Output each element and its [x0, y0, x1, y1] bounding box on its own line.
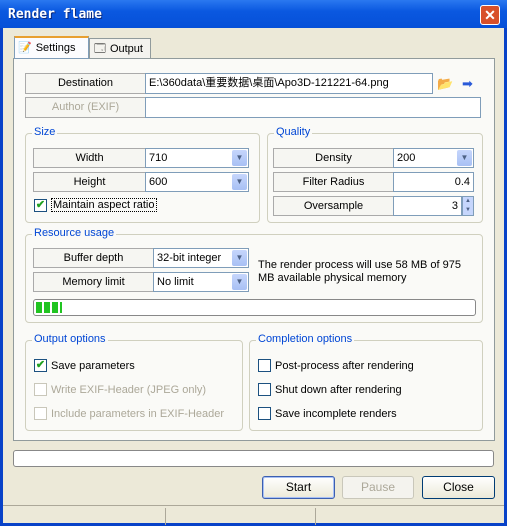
chevron-down-icon[interactable]: ▼: [232, 250, 247, 266]
checkbox-label: Shut down after rendering: [275, 383, 402, 396]
destination-label: Destination: [25, 73, 146, 94]
status-divider: [165, 508, 166, 525]
filter-radius-input[interactable]: 0.4: [393, 172, 474, 192]
status-bar: [3, 505, 504, 526]
height-value: 600: [149, 176, 168, 188]
oversample-spinner[interactable]: ▲ ▼: [462, 196, 474, 216]
width-value: 710: [149, 152, 168, 164]
memory-usage-fill: [36, 302, 63, 313]
density-value: 200: [397, 152, 416, 164]
checkbox-icon[interactable]: [34, 407, 47, 420]
density-select[interactable]: 200 ▼: [393, 148, 474, 168]
checkbox-icon[interactable]: [34, 383, 47, 396]
memory-limit-label: Memory limit: [33, 272, 154, 292]
checkbox-checked-icon[interactable]: ✔: [34, 198, 47, 212]
checkbox-checked-icon[interactable]: ✔: [34, 359, 47, 372]
destination-input[interactable]: E:\360data\重要数据\桌面\Apo3D-121221-64.png: [145, 73, 433, 94]
tab-label: Output: [109, 43, 143, 55]
buffer-depth-select[interactable]: 32-bit integer ▼: [153, 248, 249, 268]
filter-radius-label: Filter Radius: [273, 172, 394, 192]
arrow-right-icon[interactable]: ➡: [462, 76, 473, 92]
shut-down-checkbox[interactable]: Shut down after rendering: [258, 383, 402, 396]
maintain-aspect-label: Maintain aspect ratio: [51, 198, 157, 212]
width-label: Width: [33, 148, 146, 168]
start-button[interactable]: Start: [262, 476, 335, 499]
resource-title: Resource usage: [32, 227, 117, 239]
include-params-exif-checkbox[interactable]: Include parameters in EXIF-Header: [34, 407, 224, 420]
buffer-depth-value: 32-bit integer: [157, 252, 222, 264]
author-input[interactable]: [145, 97, 481, 118]
quality-title: Quality: [274, 126, 313, 138]
post-process-checkbox[interactable]: Post-process after rendering: [258, 359, 414, 372]
checkbox-label: Save parameters: [51, 359, 135, 372]
checkbox-label: Post-process after rendering: [275, 359, 414, 372]
close-window-icon[interactable]: ✕: [480, 5, 500, 25]
width-select[interactable]: 710 ▼: [145, 148, 249, 168]
render-progress-bar: [13, 450, 494, 467]
maintain-aspect-checkbox[interactable]: ✔ Maintain aspect ratio: [34, 198, 157, 212]
memory-limit-select[interactable]: No limit ▼: [153, 272, 249, 292]
buffer-depth-label: Buffer depth: [33, 248, 154, 268]
output-icon: 🗔: [94, 42, 106, 55]
size-title: Size: [32, 126, 58, 138]
title-bar: Render flame: [0, 0, 507, 28]
checkbox-icon[interactable]: [258, 407, 271, 420]
save-parameters-checkbox[interactable]: ✔ Save parameters: [34, 359, 135, 372]
density-label: Density: [273, 148, 394, 168]
chevron-down-icon[interactable]: ▼: [232, 174, 247, 190]
height-select[interactable]: 600 ▼: [145, 172, 249, 192]
author-label: Author (EXIF): [25, 97, 146, 118]
completion-options-title: Completion options: [256, 333, 355, 345]
memory-limit-value: No limit: [157, 276, 194, 288]
pause-button[interactable]: Pause: [342, 476, 414, 499]
checkbox-label: Write EXIF-Header (JPEG only): [51, 383, 207, 396]
memory-info-text: The render process will use 58 MB of 975…: [258, 259, 461, 284]
height-label: Height: [33, 172, 146, 192]
chevron-down-icon[interactable]: ▼: [232, 150, 247, 166]
tab-settings[interactable]: 📝 Settings: [14, 36, 89, 59]
folder-open-icon[interactable]: 📂: [437, 76, 453, 92]
checkbox-label: Save incomplete renders: [275, 407, 397, 420]
checkbox-icon[interactable]: [258, 383, 271, 396]
checkbox-icon[interactable]: [258, 359, 271, 372]
memory-usage-bar: [33, 299, 476, 316]
output-options-title: Output options: [32, 333, 108, 345]
save-incomplete-checkbox[interactable]: Save incomplete renders: [258, 407, 397, 420]
oversample-input[interactable]: 3: [393, 196, 462, 216]
checkbox-label: Include parameters in EXIF-Header: [51, 407, 225, 420]
settings-icon: 📝: [18, 42, 32, 54]
write-exif-checkbox[interactable]: Write EXIF-Header (JPEG only): [34, 383, 206, 396]
chevron-down-icon[interactable]: ▼: [457, 150, 472, 166]
close-button[interactable]: Close: [422, 476, 495, 499]
tab-output[interactable]: 🗔 Output: [89, 38, 151, 59]
chevron-down-icon[interactable]: ▼: [232, 274, 247, 290]
oversample-label: Oversample: [273, 196, 394, 216]
tab-label: Settings: [35, 42, 76, 54]
status-divider: [315, 508, 316, 525]
